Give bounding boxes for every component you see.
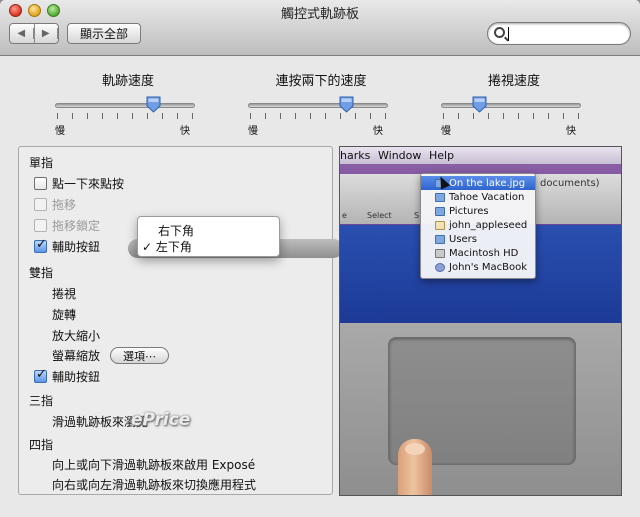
- tap-to-click-label: 點一下來點按: [52, 177, 125, 191]
- demo-menu-item-label: Tahoe Vacation: [449, 191, 525, 203]
- demo-menu-help: Help: [429, 149, 455, 162]
- checkmark-icon: ✓: [142, 240, 153, 254]
- dragging-checkbox: [34, 198, 47, 211]
- folder-icon: [435, 206, 445, 216]
- demo-menu-item: Macintosh HD: [421, 246, 535, 260]
- demo-menu-item: Tahoe Vacation: [421, 190, 535, 204]
- demo-menu-item: Users: [421, 232, 535, 246]
- slow-label: 慢: [55, 126, 65, 137]
- dragging-label: 拖移: [52, 198, 77, 212]
- three-fingers-heading: 三指: [29, 394, 54, 408]
- drag-lock-label: 拖移鎖定: [52, 219, 101, 233]
- tracking-speed-knob[interactable]: [146, 96, 161, 113]
- tick-marks: [57, 113, 193, 119]
- demo-path-menu: On the lake.jpg Tahoe Vacation Pictures …: [420, 173, 536, 279]
- scrolling-speed-label: 捲視速度: [487, 74, 540, 89]
- scrolling-speed-track[interactable]: [441, 103, 581, 108]
- slow-label: 慢: [248, 126, 258, 137]
- tracking-speed-label: 軌跡速度: [101, 74, 154, 89]
- title-toolbar: 觸控式軌跡板 ◀ ▶ 顯示全部: [0, 0, 640, 56]
- search-input[interactable]: [508, 26, 623, 41]
- four-fingers-heading: 四指: [29, 438, 54, 452]
- search-field[interactable]: [487, 22, 631, 45]
- gesture-options-panel: 單指 點一下來點按 拖移 拖移鎖定 輔助按鈕 雙指 捲視 旋轉 放大縮小 螢幕縮…: [18, 146, 352, 495]
- fast-label: 快: [566, 126, 576, 137]
- two-finger-secondary-click-label: 輔助按鈕: [52, 370, 101, 384]
- double-click-speed-label: 連按兩下的速度: [275, 74, 367, 89]
- rotate-label: 旋轉: [52, 308, 77, 322]
- fast-label: 快: [180, 126, 190, 137]
- tick-marks: [443, 113, 579, 119]
- tap-to-click-checkbox[interactable]: [34, 177, 47, 190]
- tracking-speed-track[interactable]: [55, 103, 195, 108]
- demo-menu-item: John's MacBook: [421, 260, 535, 274]
- options-button[interactable]: 選項⋯: [110, 347, 170, 364]
- folder-icon: [435, 234, 445, 244]
- secondary-click-checkbox[interactable]: [34, 237, 47, 253]
- two-finger-secondary-click-checkbox[interactable]: [34, 367, 47, 383]
- double-click-speed-knob[interactable]: [339, 96, 354, 113]
- demo-finder-caption-2: Select: [367, 211, 392, 220]
- demo-menu-item-label: john_appleseed: [449, 219, 528, 231]
- demo-menu-item: john_appleseed: [421, 218, 535, 232]
- demo-menu-window: Window: [378, 149, 422, 162]
- home-icon: [435, 220, 445, 230]
- tick-marks: [250, 113, 386, 119]
- popup-item-bottom-right[interactable]: 右下角: [158, 222, 194, 239]
- demo-menu-item-label: Users: [449, 233, 478, 245]
- tap-to-click-row[interactable]: 點一下來點按: [34, 175, 124, 192]
- demo-menu-item-label: On the lake.jpg: [449, 177, 526, 189]
- screen-zoom-row: 螢幕縮放 選項⋯: [52, 347, 170, 364]
- one-finger-heading: 單指: [29, 156, 54, 170]
- screen-zoom-label: 螢幕縮放: [52, 349, 101, 363]
- fast-label: 快: [373, 126, 383, 137]
- folder-icon: [435, 192, 445, 202]
- text-cursor: [508, 27, 509, 41]
- popup-item-label: 左下角: [155, 240, 192, 254]
- demo-finder-caption-3: S: [414, 211, 420, 220]
- back-button[interactable]: ◀: [10, 24, 35, 43]
- two-finger-secondary-click-row[interactable]: 輔助按鈕: [34, 367, 101, 385]
- demo-menubar: harks Window Help: [340, 147, 621, 164]
- gesture-demo-video: harks Window Help documents) e Select S …: [339, 146, 622, 496]
- popup-item-bottom-left[interactable]: ✓ 左下角: [142, 238, 192, 255]
- demo-menu-item-label: Macintosh HD: [449, 247, 519, 259]
- demo-menu-bookmarks: harks: [340, 149, 371, 162]
- demo-menu-item: Pictures: [421, 204, 535, 218]
- scrolling-speed-knob[interactable]: [472, 96, 487, 113]
- back-arrow-icon: ◀: [10, 28, 34, 39]
- dragging-row: 拖移: [34, 196, 76, 213]
- nav-segmented-control: ◀ ▶: [9, 23, 59, 44]
- slow-label: 慢: [441, 126, 451, 137]
- demo-menu-item-label: John's MacBook: [449, 261, 528, 273]
- double-click-speed-track[interactable]: [248, 103, 388, 108]
- secondary-click-row[interactable]: 輔助按鈕: [34, 237, 101, 255]
- drag-lock-row: 拖移鎖定: [34, 217, 100, 234]
- forward-button[interactable]: ▶: [35, 24, 58, 43]
- secondary-click-label: 輔助按鈕: [52, 240, 101, 254]
- scroll-label: 捲視: [52, 287, 77, 301]
- forward-arrow-icon: ▶: [35, 28, 58, 39]
- zoom-label: 放大縮小: [52, 329, 101, 343]
- computer-icon: [435, 262, 445, 272]
- watermark-logo: ePrice: [131, 410, 191, 430]
- double-click-speed-slider-group: 連按兩下的速度 慢 快: [248, 70, 394, 137]
- tracking-speed-slider-group: 軌跡速度 慢 快: [55, 70, 201, 137]
- drag-lock-checkbox: [34, 219, 47, 232]
- scrolling-speed-slider-group: 捲視速度 慢 快: [441, 70, 587, 137]
- demo-finder-caption-1: e: [342, 211, 347, 220]
- demo-finger: [398, 439, 432, 495]
- two-fingers-heading: 雙指: [29, 266, 54, 280]
- switch-apps-label: 向右或向左滑過軌跡板來切換應用程式: [52, 478, 257, 492]
- preferences-window: 觸控式軌跡板 ◀ ▶ 顯示全部 軌跡速度 慢 快 連按兩下的速度 慢 快 捲視速…: [0, 0, 640, 517]
- corner-popup-menu: 右下角 ✓ 左下角: [137, 216, 280, 257]
- expose-label: 向上或向下滑過軌跡板來啟用 Exposé: [52, 458, 256, 472]
- window-title: 觸控式軌跡板: [280, 7, 359, 22]
- show-all-button[interactable]: 顯示全部: [67, 23, 141, 44]
- search-icon: [494, 27, 505, 38]
- demo-finder-caption: documents): [540, 178, 600, 189]
- demo-menu-item-label: Pictures: [449, 205, 489, 217]
- disk-icon: [435, 248, 445, 258]
